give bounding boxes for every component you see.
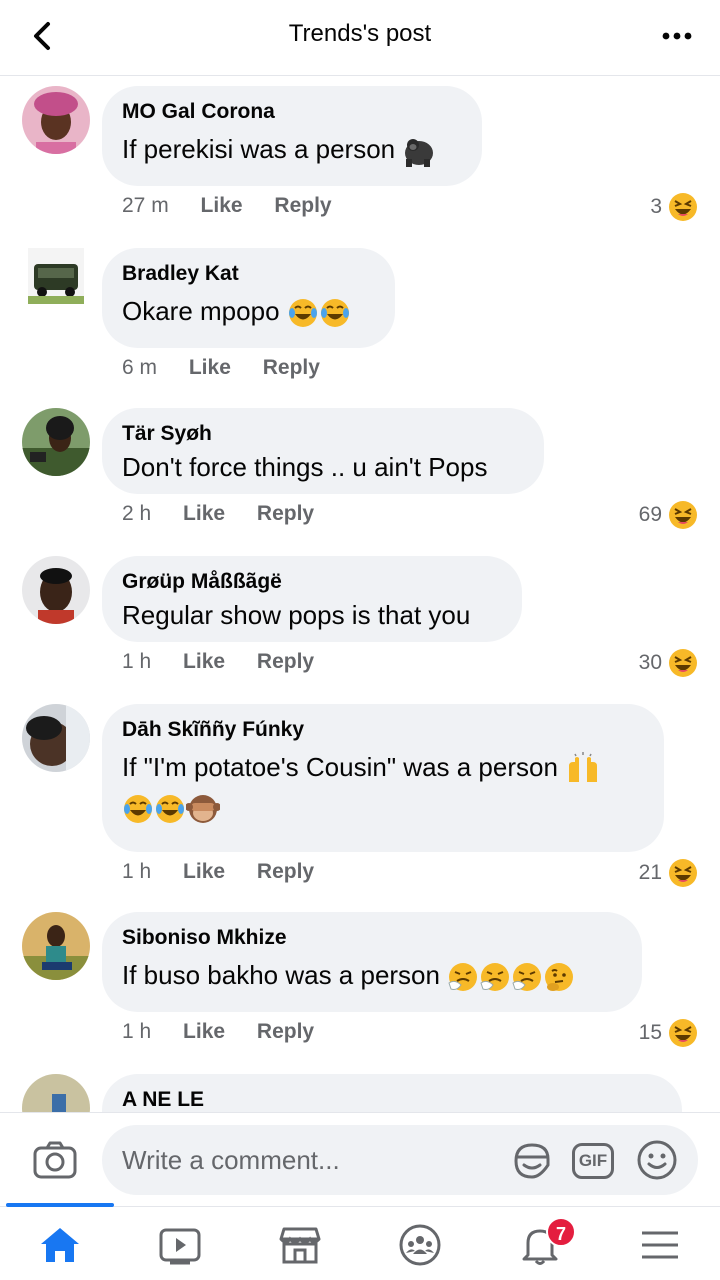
laughing-emoji-icon bbox=[669, 649, 697, 677]
comment-author[interactable]: Dāh Skĩññy Fúnky bbox=[122, 718, 644, 742]
like-button[interactable]: Like bbox=[183, 650, 225, 674]
smiley-icon[interactable] bbox=[636, 1139, 678, 1181]
reaction-count[interactable]: 69 bbox=[639, 500, 698, 530]
comment-text: If buso bakho was a person bbox=[122, 958, 622, 993]
like-button[interactable]: Like bbox=[183, 1020, 225, 1044]
laughing-emoji-icon bbox=[669, 1019, 697, 1047]
comment-meta: 2 h Like Reply bbox=[122, 502, 314, 526]
comment-text-emoji-line bbox=[122, 790, 644, 825]
like-button[interactable]: Like bbox=[183, 860, 225, 884]
laughing-emoji-icon bbox=[669, 501, 697, 529]
joy-emoji-icon bbox=[288, 299, 317, 328]
avatar[interactable] bbox=[22, 912, 90, 980]
thinking-emoji-icon bbox=[545, 963, 574, 992]
watch-icon bbox=[159, 1228, 201, 1265]
comment-text: Regular show pops is that you bbox=[122, 600, 471, 630]
comment-time: 1 h bbox=[122, 860, 152, 883]
comment-author[interactable]: A NE LE bbox=[122, 1088, 662, 1112]
see-no-evil-monkey-emoji-icon bbox=[186, 795, 220, 824]
reply-button[interactable]: Reply bbox=[263, 356, 320, 380]
home-icon bbox=[41, 1228, 79, 1262]
reaction-count[interactable]: 21 bbox=[639, 858, 698, 888]
comment-meta: 27 m Like Reply bbox=[122, 194, 332, 218]
reply-button[interactable]: Reply bbox=[257, 860, 314, 884]
comment-author[interactable]: Grøüp Måßßãgë bbox=[122, 570, 502, 594]
comment-bubble[interactable]: MO Gal Corona If perekisi was a person bbox=[102, 86, 482, 186]
comment-author[interactable]: Siboniso Mkhize bbox=[122, 926, 622, 950]
comment-input[interactable]: Write a comment... GIF bbox=[102, 1125, 698, 1195]
bottom-tab-bar: 7 bbox=[0, 1203, 720, 1280]
avatar[interactable] bbox=[22, 704, 90, 772]
laughing-emoji-icon bbox=[669, 859, 697, 887]
camera-icon[interactable] bbox=[32, 1139, 78, 1181]
active-tab-indicator bbox=[6, 1203, 114, 1207]
comments-list: MO Gal Corona If perekisi was a person 2… bbox=[0, 76, 720, 1112]
avatar[interactable] bbox=[22, 556, 90, 624]
notification-badge: 7 bbox=[546, 1217, 576, 1247]
comment-text: If "I'm potatoe's Cousin" was a person bbox=[122, 750, 644, 786]
more-horizontal-icon[interactable] bbox=[660, 22, 694, 50]
comment-composer: Write a comment... GIF bbox=[0, 1112, 720, 1206]
reply-button[interactable]: Reply bbox=[257, 1020, 314, 1044]
tab-groups[interactable] bbox=[396, 1221, 444, 1269]
sneezing-emoji-icon bbox=[480, 963, 510, 992]
menu-icon bbox=[642, 1231, 678, 1259]
groups-icon bbox=[399, 1224, 441, 1266]
comment-time: 1 h bbox=[122, 650, 152, 673]
comment-text: Don't force things .. u ain't Pops bbox=[122, 452, 488, 482]
comment-meta: 1 h Like Reply bbox=[122, 860, 314, 884]
comment-meta: 1 h Like Reply bbox=[122, 650, 314, 674]
tab-watch[interactable] bbox=[156, 1221, 204, 1269]
gif-button[interactable]: GIF bbox=[572, 1143, 614, 1179]
comment-time: 2 h bbox=[122, 502, 152, 525]
comment-text: Okare mpopo bbox=[122, 294, 375, 329]
comment-bubble[interactable]: Grøüp Måßßãgë Regular show pops is that … bbox=[102, 556, 522, 642]
comment-time: 27 m bbox=[122, 194, 169, 217]
reaction-count[interactable]: 3 bbox=[650, 192, 698, 222]
sticker-icon[interactable] bbox=[510, 1139, 554, 1183]
comment-bubble[interactable]: Bradley Kat Okare mpopo bbox=[102, 248, 395, 348]
avatar[interactable] bbox=[22, 1074, 90, 1112]
like-button[interactable]: Like bbox=[183, 502, 225, 526]
reply-button[interactable]: Reply bbox=[257, 502, 314, 526]
sneezing-emoji-icon bbox=[512, 963, 542, 992]
comment-bubble[interactable]: Dāh Skĩññy Fúnky If "I'm potatoe's Cousi… bbox=[102, 704, 664, 852]
raised-hands-emoji-icon bbox=[569, 752, 598, 783]
comment-input-placeholder: Write a comment... bbox=[122, 1145, 340, 1175]
like-button[interactable]: Like bbox=[201, 194, 243, 218]
comment-bubble[interactable]: Siboniso Mkhize If buso bakho was a pers… bbox=[102, 912, 642, 1012]
reply-button[interactable]: Reply bbox=[257, 650, 314, 674]
comment-author[interactable]: Tär Syøh bbox=[122, 422, 524, 446]
reply-button[interactable]: Reply bbox=[274, 194, 331, 218]
avatar[interactable] bbox=[28, 248, 84, 304]
tab-home[interactable] bbox=[36, 1221, 84, 1269]
comment-author[interactable]: Bradley Kat bbox=[122, 262, 375, 286]
comment-meta: 6 m Like Reply bbox=[122, 356, 320, 380]
marketplace-icon bbox=[279, 1227, 321, 1264]
comment-text: If perekisi was a person bbox=[122, 132, 462, 168]
page-title: Trends's post bbox=[288, 20, 432, 47]
reaction-count[interactable]: 15 bbox=[639, 1018, 698, 1048]
reaction-count[interactable]: 30 bbox=[639, 648, 698, 678]
laughing-emoji-icon bbox=[669, 193, 697, 221]
top-bar: Trends's post bbox=[0, 0, 720, 76]
tab-marketplace[interactable] bbox=[276, 1221, 324, 1269]
avatar[interactable] bbox=[22, 86, 90, 154]
comment-bubble[interactable]: Tär Syøh Don't force things .. u ain't P… bbox=[102, 408, 544, 494]
gorilla-emoji-icon bbox=[405, 139, 434, 168]
comment-time: 6 m bbox=[122, 356, 158, 379]
comment-time: 1 h bbox=[122, 1020, 152, 1043]
avatar[interactable] bbox=[22, 408, 90, 476]
sneezing-emoji-icon bbox=[448, 963, 478, 992]
comment-meta: 1 h Like Reply bbox=[122, 1020, 314, 1044]
joy-emoji-icon bbox=[320, 299, 349, 328]
comment-author[interactable]: MO Gal Corona bbox=[122, 100, 462, 124]
joy-emoji-icon bbox=[124, 795, 152, 824]
tab-menu[interactable] bbox=[636, 1221, 684, 1269]
comment-bubble[interactable]: A NE LE bbox=[102, 1074, 682, 1112]
like-button[interactable]: Like bbox=[189, 356, 231, 380]
joy-emoji-icon bbox=[156, 795, 184, 824]
